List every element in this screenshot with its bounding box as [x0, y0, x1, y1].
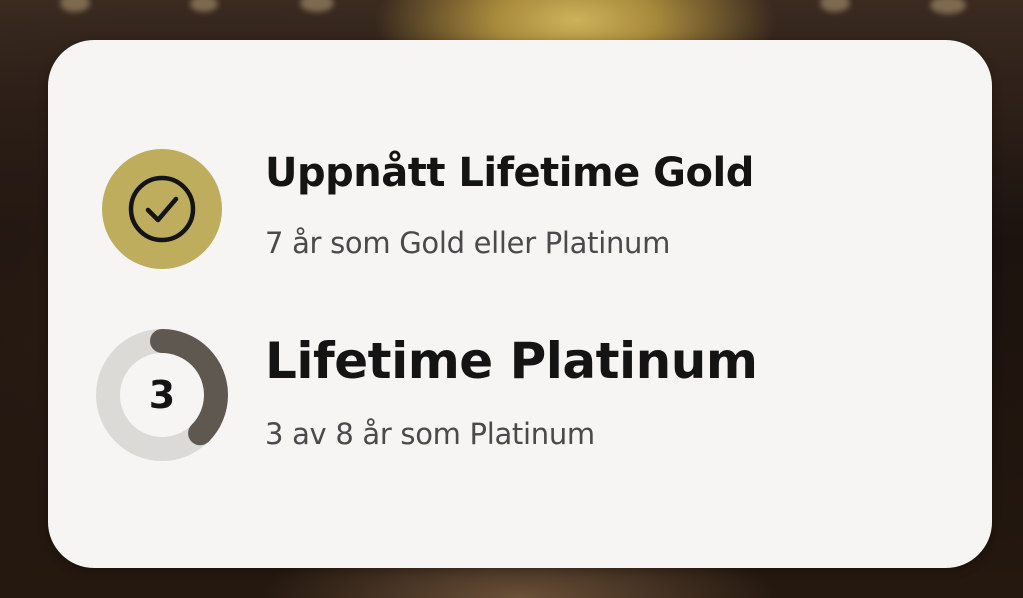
platinum-subtitle: 3 av 8 år som Platinum: [265, 417, 595, 451]
platinum-title: Lifetime Platinum: [265, 332, 758, 390]
platinum-years-count: 3: [148, 373, 176, 417]
check-circle-icon: [128, 175, 196, 243]
gold-achieved-badge: [102, 149, 222, 269]
gold-title: Uppnått Lifetime Gold: [265, 150, 754, 196]
lifetime-status-card: Uppnått Lifetime Gold 7 år som Gold elle…: [48, 40, 992, 568]
gold-subtitle: 7 år som Gold eller Platinum: [265, 226, 671, 260]
